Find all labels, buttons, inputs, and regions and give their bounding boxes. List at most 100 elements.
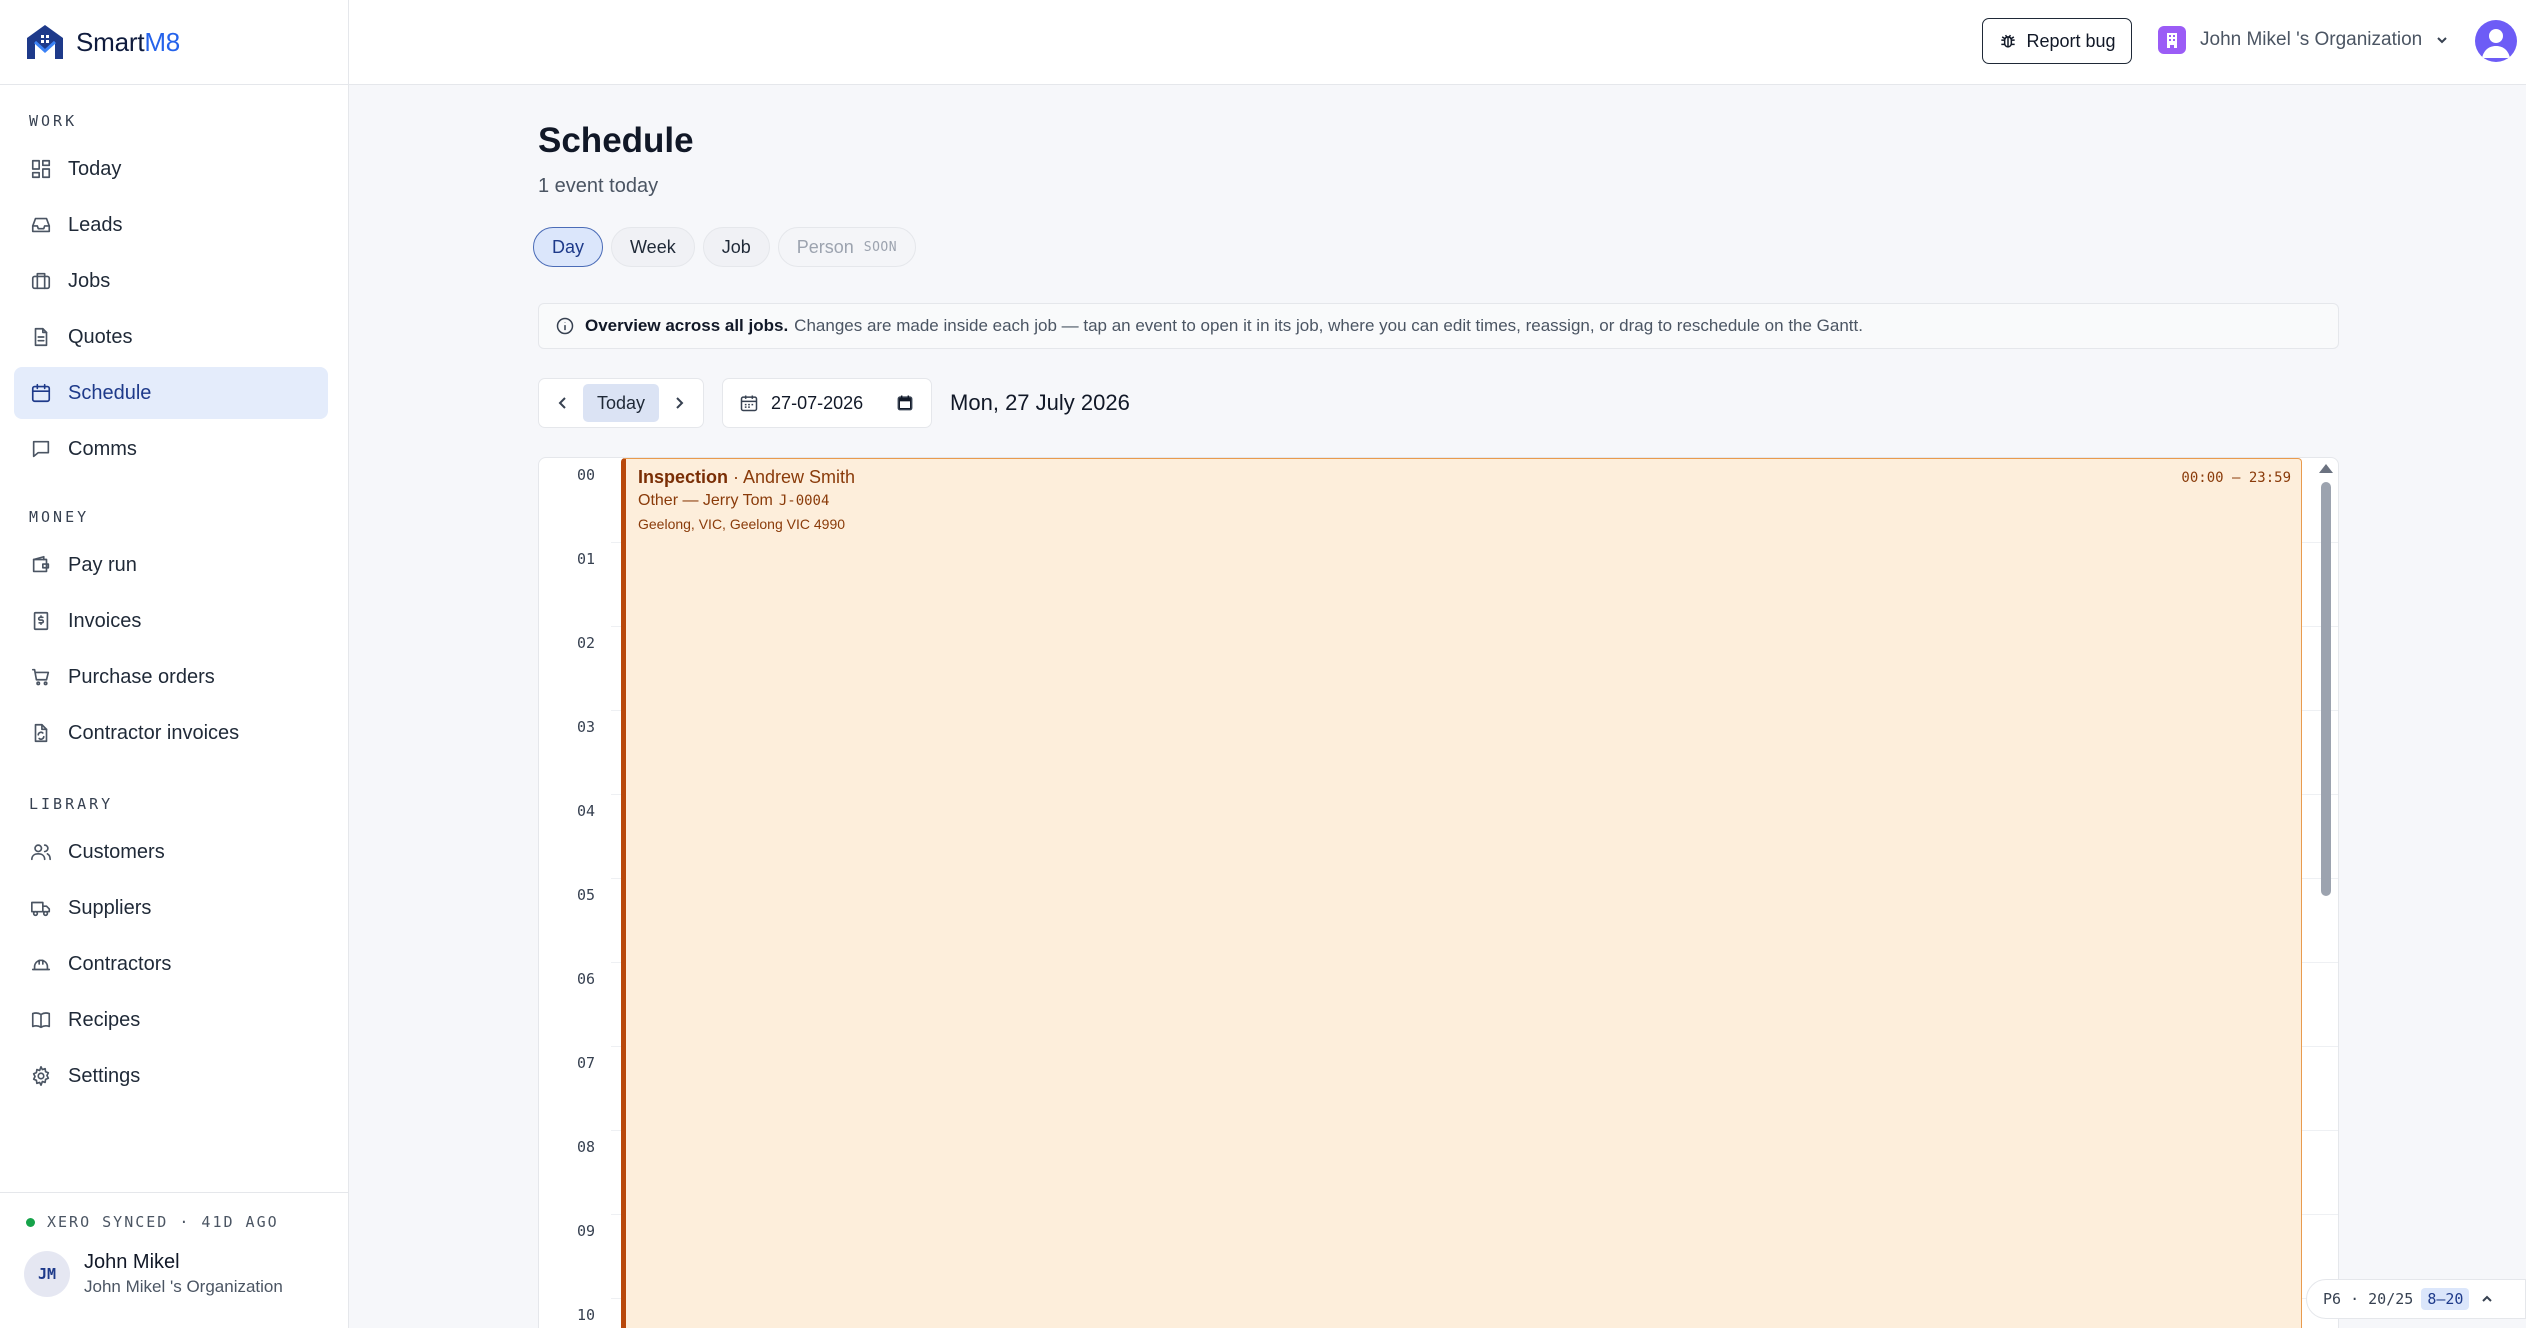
truck-icon: [31, 901, 51, 917]
tab-person: Person SOON: [777, 227, 917, 267]
chevron-up-icon: [2482, 1295, 2493, 1302]
sidebar-item-contractors[interactable]: Contractors: [14, 938, 328, 990]
sidebar-item-quotes[interactable]: Quotes: [14, 311, 328, 363]
sidebar-item-customers[interactable]: Customers: [14, 826, 328, 878]
sidebar-item-recipes[interactable]: Recipes: [14, 994, 328, 1046]
date-nav-group: Today: [538, 378, 705, 428]
date-input-value: 27-07-2026: [771, 392, 864, 413]
users-icon: [31, 844, 51, 861]
tab-week[interactable]: Week: [611, 227, 695, 267]
user-card[interactable]: JM John Mikel John Mikel 's Organization: [24, 1251, 348, 1297]
sidebar-item-label: Quotes: [68, 325, 133, 348]
page-indicator[interactable]: P6 · 20/25 8–20: [2306, 1279, 2526, 1319]
profile-avatar-button[interactable]: [2475, 20, 2517, 62]
bug-icon: [2001, 34, 2016, 48]
smartm8-logo-icon: [27, 25, 63, 59]
brand-name: SmartM8: [76, 26, 181, 57]
brand[interactable]: SmartM8: [0, 0, 348, 85]
day-calendar: 00 01 02 03 04 05 06 07 08 09 10 Inspection · Andr…: [538, 457, 2339, 1328]
page-range-badge: 8–20: [2421, 1288, 2470, 1310]
chevron-left-icon: [558, 397, 566, 409]
calendar-picker-icon[interactable]: [895, 393, 915, 413]
view-tabs: Day Week Job Person SOON: [533, 227, 917, 267]
calendar-grid: Inspection · Andrew Smith Other — Jerry …: [611, 458, 2338, 1328]
event-time: 00:00 – 23:59: [2181, 470, 2291, 486]
hour-label: 06: [576, 970, 595, 988]
info-banner-text: Changes are made inside each job — tap a…: [794, 316, 1863, 335]
scrollbar-thumb[interactable]: [2321, 482, 2331, 896]
info-banner: Overview across all jobs. Changes are ma…: [538, 303, 2339, 349]
section-title-library: LIBRARY: [29, 795, 114, 813]
sidebar-item-invoices[interactable]: Invoices: [14, 595, 328, 647]
next-day-button[interactable]: [659, 383, 699, 423]
sidebar-item-purchase-orders[interactable]: Purchase orders: [14, 651, 328, 703]
date-toolbar: Today 27-07-2026 Mon, 27 July 2026: [538, 378, 1130, 428]
sync-status-text: XERO SYNCED · 41D AGO: [47, 1213, 279, 1231]
section-title-work: WORK: [29, 112, 78, 130]
invoice-icon: [33, 611, 49, 631]
today-button[interactable]: Today: [583, 384, 660, 422]
sidebar-item-suppliers[interactable]: Suppliers: [14, 882, 328, 934]
hour-label: 01: [576, 550, 595, 568]
org-switcher[interactable]: John Mikel 's Organization: [2158, 26, 2450, 54]
hour-label: 02: [576, 634, 595, 652]
inbox-icon: [31, 217, 51, 233]
section-title-money: MONEY: [29, 508, 90, 526]
sidebar-item-label: Jobs: [68, 269, 111, 292]
event-person: · Andrew Smith: [728, 467, 856, 487]
scroll-up-arrow-icon[interactable]: [2319, 464, 2333, 473]
chevron-down-icon: [2437, 37, 2447, 44]
sidebar-item-settings[interactable]: Settings: [14, 1050, 328, 1102]
sync-status: XERO SYNCED · 41D AGO: [26, 1213, 348, 1231]
org-name: John Mikel 's Organization: [2200, 29, 2423, 50]
hour-label: 00: [576, 466, 595, 484]
report-bug-label: Report bug: [2026, 30, 2116, 51]
sidebar-item-schedule[interactable]: Schedule: [14, 367, 328, 419]
sidebar-item-jobs[interactable]: Jobs: [14, 255, 328, 307]
soon-badge: SOON: [863, 239, 898, 255]
calendar-scrollbar[interactable]: [2319, 458, 2333, 1328]
sidebar-item-today[interactable]: Today: [14, 143, 328, 195]
hour-label: 03: [576, 718, 595, 736]
info-icon: [556, 317, 574, 335]
sidebar-item-contractor-invoices[interactable]: Contractor invoices: [14, 707, 328, 759]
event-type: Inspection: [638, 467, 729, 487]
sidebar-item-label: Invoices: [68, 609, 142, 632]
page-subtitle: 1 event today: [538, 175, 659, 197]
user-name: John Mikel: [84, 1251, 180, 1273]
calendar-event[interactable]: Inspection · Andrew Smith Other — Jerry …: [621, 458, 2302, 1328]
event-job-code: J-0004: [778, 493, 830, 509]
sidebar-item-pay-run[interactable]: Pay run: [14, 539, 328, 591]
topbar: Report bug John Mikel 's Organization: [349, 0, 2526, 85]
sidebar-item-label: Comms: [68, 437, 137, 460]
document-icon: [34, 327, 48, 347]
sidebar-item-label: Purchase orders: [68, 665, 215, 688]
tab-day[interactable]: Day: [533, 227, 604, 267]
date-input[interactable]: 27-07-2026: [722, 378, 933, 428]
current-date-label: Mon, 27 July 2026: [950, 390, 1130, 415]
event-address: Geelong, VIC, Geelong VIC 4990: [638, 516, 846, 532]
sync-dot-icon: [26, 1217, 35, 1227]
building-icon: [2158, 26, 2186, 54]
chevron-right-icon: [676, 397, 684, 409]
sidebar-item-leads[interactable]: Leads: [14, 199, 328, 251]
tab-job[interactable]: Job: [702, 227, 770, 267]
sidebar-item-label: Customers: [68, 840, 165, 863]
grid-icon: [31, 159, 51, 179]
event-detail-text: Other — Jerry Tom: [638, 492, 773, 509]
file-refresh-icon: [34, 723, 48, 743]
sidebar-footer: XERO SYNCED · 41D AGO JM John Mikel John…: [0, 1192, 348, 1328]
previous-day-button[interactable]: [543, 383, 583, 423]
gear-icon: [32, 1066, 50, 1086]
cart-icon: [31, 668, 50, 686]
sidebar-item-label: Contractor invoices: [68, 721, 240, 744]
hour-label: 08: [576, 1138, 595, 1156]
book-icon: [31, 1012, 51, 1029]
event-detail: Other — Jerry Tom J-0004: [638, 492, 829, 510]
sidebar-item-comms[interactable]: Comms: [14, 423, 328, 475]
user-org: John Mikel 's Organization: [84, 1277, 283, 1296]
report-bug-button[interactable]: Report bug: [1982, 18, 2132, 64]
hour-label: 04: [576, 802, 595, 820]
user-avatar-icon: [2482, 29, 2510, 58]
sidebar-item-label: Recipes: [68, 1008, 141, 1031]
